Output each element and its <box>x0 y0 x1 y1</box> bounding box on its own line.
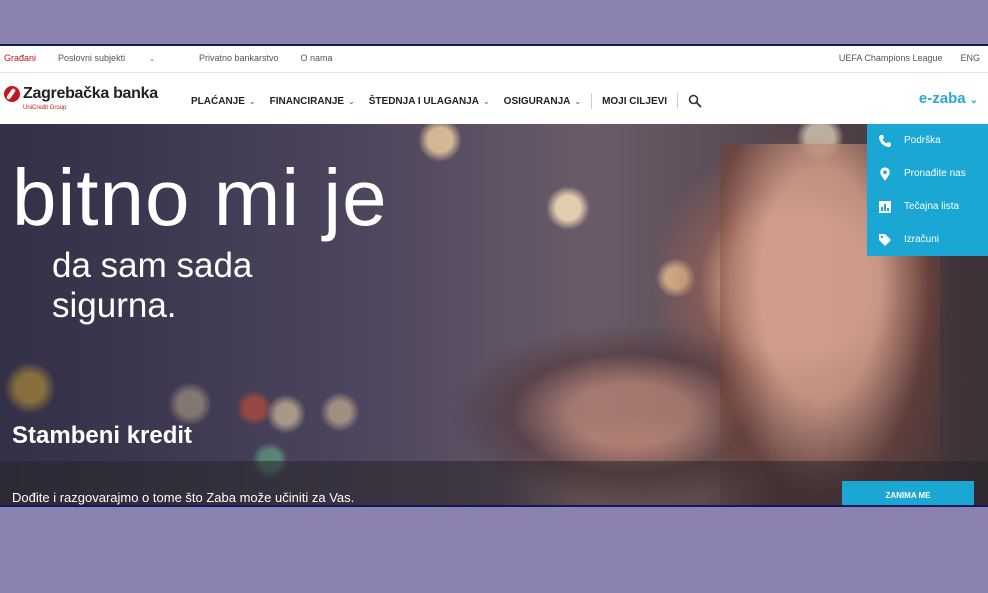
phone-icon <box>878 134 892 148</box>
quick-link-label: Pronađite nas <box>904 168 966 179</box>
tag-icon <box>878 233 892 247</box>
chevron-down-icon: ⌄ <box>348 96 355 106</box>
chevron-down-icon: ⌄ <box>482 96 490 106</box>
language-switch[interactable]: ENG <box>960 53 980 63</box>
menu-stednja-label: ŠTEDNJA I ULAGANJA <box>368 95 479 107</box>
search-icon[interactable] <box>688 94 702 108</box>
menu-placanje[interactable]: PLAĆANJE ⌄ <box>191 96 256 107</box>
hero-caption: Dođite i razgovarajmo o tome što Zaba mo… <box>12 490 355 505</box>
browser-page: Građani Poslovni subjekti ⌄ Privatno bank… <box>0 44 988 507</box>
quick-link-izracuni[interactable]: Izračuni <box>867 223 988 256</box>
hero-subline-2: sigurna. <box>52 286 177 325</box>
quick-links-panel: Podrška Pronađite nas Tečajna lista Izra… <box>867 124 988 256</box>
hero-headline: bitno mi je <box>12 153 388 242</box>
ezaba-label: e-zaba <box>918 90 966 107</box>
brand-sub: UniCredit Group <box>23 105 67 111</box>
main-menu: PLAĆANJE ⌄ FINANCIRANJE ⌄ ŠTEDNJA I ULAGAN… <box>191 93 702 109</box>
quick-link-label: Izračuni <box>904 234 940 245</box>
menu-moji-ciljevi[interactable]: MOJI CILJEVI <box>602 96 667 107</box>
chevron-down-icon: ⌄ <box>149 56 155 63</box>
menu-stednja[interactable]: ŠTEDNJA I ULAGANJA ⌄ <box>369 96 490 107</box>
menu-osiguranja-label: OSIGURANJA <box>503 95 571 107</box>
chart-icon <box>878 200 892 214</box>
location-pin-icon <box>878 167 892 181</box>
menu-moji-ciljevi-label: MOJI CILJEVI <box>602 95 668 107</box>
hero-subline-1: da sam sada <box>52 246 253 285</box>
menu-divider <box>591 93 593 109</box>
quick-link-label: Podrška <box>904 135 941 146</box>
menu-osiguranja[interactable]: OSIGURANJA ⌄ <box>504 96 581 107</box>
main-navbar: Zagrebačka banka UniCredit Group PLAĆANJ… <box>0 73 988 124</box>
quick-link-pronadite-nas[interactable]: Pronađite nas <box>867 157 988 190</box>
top-utility-bar: Građani Poslovni subjekti ⌄ Privatno bank… <box>0 46 988 73</box>
segment-poslovni-subjekti-label: Poslovni subjekti <box>58 53 126 63</box>
menu-financiranje[interactable]: FINANCIRANJE ⌄ <box>270 96 355 107</box>
segment-gradani[interactable]: Građani <box>4 53 36 63</box>
segment-nav: Građani Poslovni subjekti ⌄ Privatno bank… <box>4 53 355 63</box>
quick-link-tecajna-lista[interactable]: Tečajna lista <box>867 190 988 223</box>
zanima-me-button[interactable]: ZANIMA ME <box>842 481 974 505</box>
chevron-down-icon: ⌄ <box>574 96 582 106</box>
segment-privatno-bankarstvo[interactable]: Privatno bankarstvo <box>199 53 279 63</box>
ezaba-login[interactable]: e-zaba ⌄ <box>919 90 978 107</box>
quick-link-podrska[interactable]: Podrška <box>867 124 988 157</box>
uefa-link[interactable]: UEFA Champions League <box>839 53 943 63</box>
segment-poslovni-subjekti[interactable]: Poslovni subjekti ⌄ <box>58 53 177 63</box>
quick-link-label: Tečajna lista <box>904 201 960 212</box>
menu-divider <box>677 93 679 109</box>
segment-o-nama[interactable]: O nama <box>301 53 333 63</box>
hero-banner[interactable]: bitno mi je da sam sada sigurna. Stamben… <box>0 124 988 505</box>
chevron-down-icon: ⌄ <box>969 95 978 106</box>
menu-placanje-label: PLAĆANJE <box>191 95 245 107</box>
utility-links: UEFA Champions League ENG <box>821 53 980 63</box>
menu-financiranje-label: FINANCIRANJE <box>269 95 345 107</box>
chevron-down-icon: ⌄ <box>248 96 256 106</box>
brand-name: Zagrebačka banka <box>23 85 158 102</box>
unicredit-logo-icon <box>4 86 20 102</box>
hero-product-title: Stambeni kredit <box>12 422 193 449</box>
